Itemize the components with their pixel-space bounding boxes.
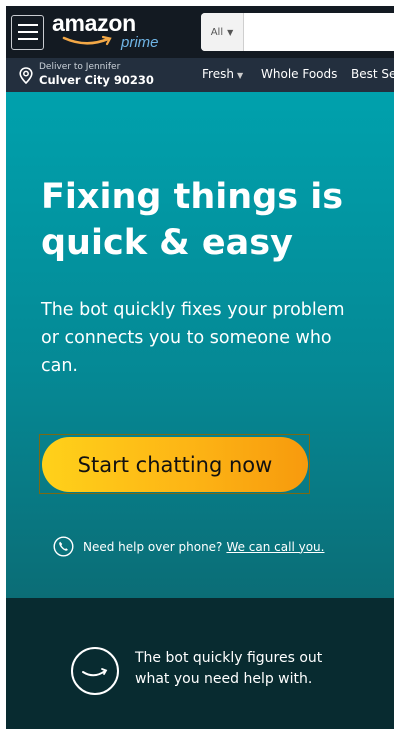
feature-section: The bot quickly figures out what you nee… [6, 598, 394, 729]
nav-item-fresh[interactable]: Fresh ▼ [202, 67, 243, 81]
amazon-prime-logo[interactable]: amazon prime [50, 10, 159, 54]
phone-icon [53, 536, 74, 557]
feature-description: The bot quickly figures out what you nee… [135, 648, 355, 690]
phone-help-text: Need help over phone? [83, 539, 223, 554]
logo-wordmark: amazon [52, 10, 136, 36]
location-pin-icon [19, 67, 33, 84]
hero-title-line1: Fixing things is [41, 177, 344, 217]
feature-text-line2: what you need help with. [135, 671, 313, 687]
nav-item-whole-foods[interactable]: Whole Foods [261, 67, 337, 81]
hero-title-line2: quick & easy [41, 223, 293, 263]
we-can-call-you-link[interactable]: We can call you. [226, 540, 324, 554]
search-category-dropdown[interactable]: All ▼ [201, 13, 244, 51]
logo-prime-label: prime [121, 34, 159, 51]
search-category-label: All [210, 26, 224, 38]
chevron-down-icon: ▼ [227, 27, 234, 37]
chevron-down-icon: ▼ [236, 71, 244, 80]
search-bar: All ▼ [201, 13, 394, 51]
hamburger-menu-icon[interactable] [11, 14, 44, 50]
hero-title: Fixing things is quick & easy [41, 174, 381, 266]
smile-circle-icon [71, 647, 119, 695]
delivery-location: Culver City 90230 [39, 73, 154, 87]
logo-smile-icon [62, 35, 112, 46]
hero-subtitle: The bot quickly fixes your problem or co… [41, 300, 345, 376]
feature-text-line1: The bot quickly figures out [135, 650, 323, 666]
start-chatting-button[interactable]: Start chatting now [42, 437, 308, 492]
deliver-to-label: Deliver to Jennifer [39, 62, 121, 72]
top-header: amazon prime All ▼ [6, 6, 394, 58]
nav-item-best-sellers[interactable]: Best Sel [351, 67, 394, 81]
search-input[interactable] [244, 13, 394, 51]
hero-section: Fixing things is quick & easy The bot qu… [6, 92, 394, 598]
nav-item-fresh-label: Fresh [202, 67, 234, 81]
sub-navigation: Deliver to Jennifer Culver City 90230 Fr… [6, 58, 394, 92]
cta-focus-outline: Start chatting now [39, 434, 310, 494]
phone-help-row: Need help over phone? We can call you. [53, 536, 324, 557]
